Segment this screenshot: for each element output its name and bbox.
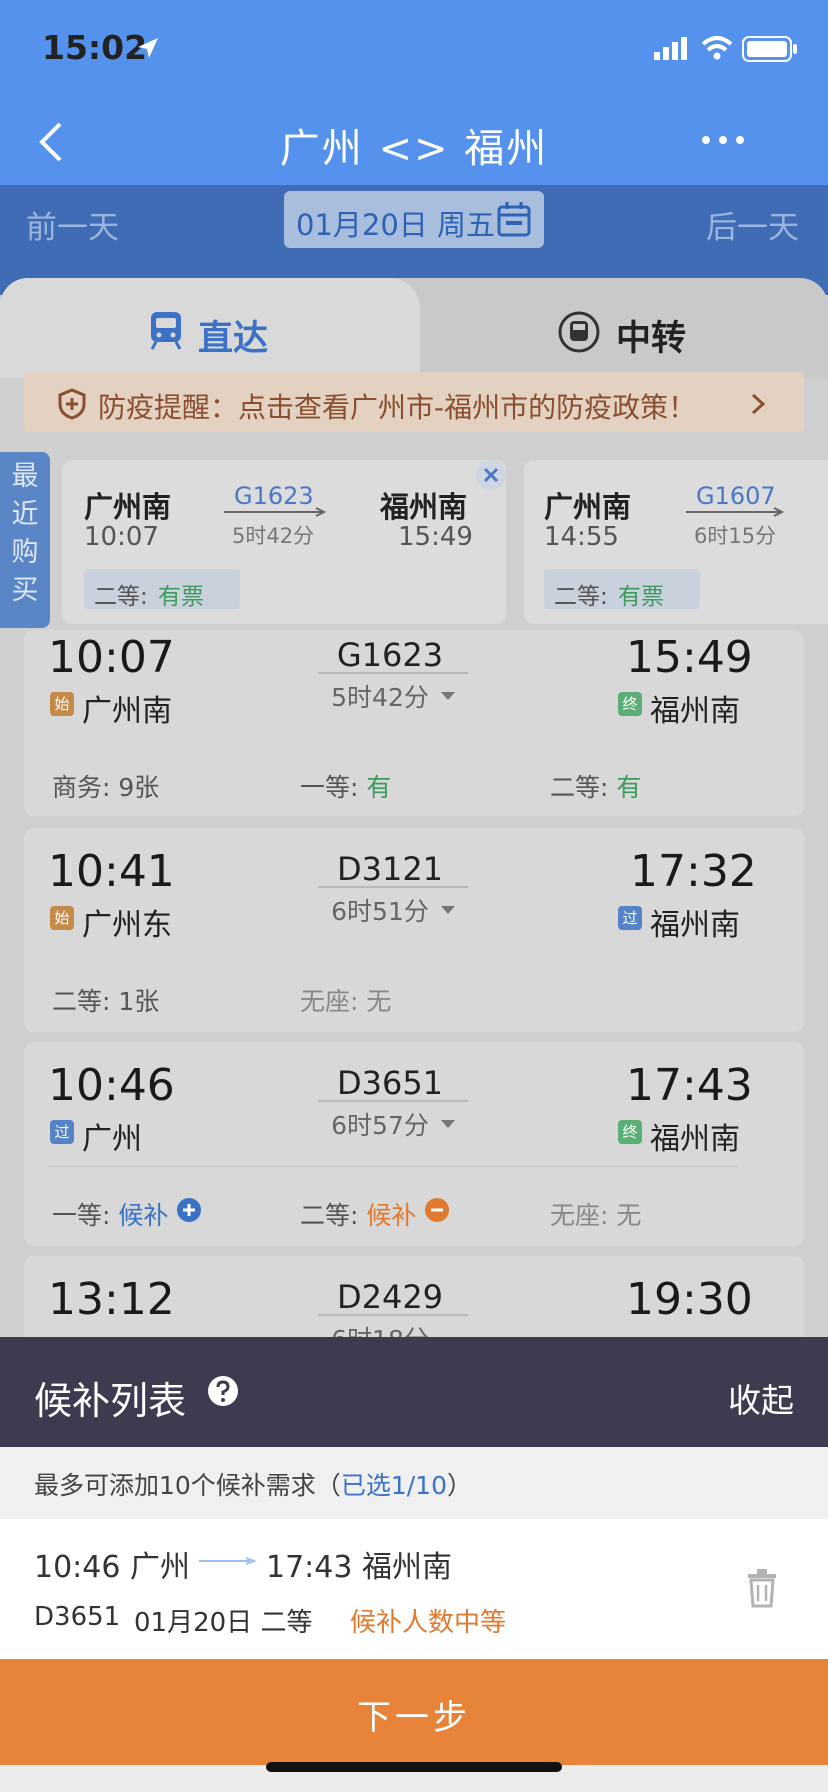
recent-label-char: 最	[11, 461, 39, 492]
departure-time: 10:07	[48, 632, 175, 683]
departure-station: 广州南	[82, 694, 172, 729]
arrow-icon	[686, 507, 785, 517]
departure-time: 10:41	[48, 846, 175, 897]
departure-station: 广州东	[82, 908, 172, 943]
add-waitlist-icon[interactable]	[176, 1197, 202, 1223]
recent-seat-label: 二等:	[94, 584, 148, 610]
calendar-icon	[497, 202, 531, 237]
signal-icon	[654, 37, 687, 60]
train-icon	[150, 312, 182, 350]
next-step-label: 下一步	[357, 1698, 471, 1738]
recent-to-station: 福州南	[380, 490, 468, 524]
transfer-train-icon	[558, 311, 600, 353]
arrival-time: 17:43	[626, 1060, 753, 1111]
start-badge: 始	[50, 692, 74, 716]
seat-info: 二等: 有	[550, 773, 642, 802]
recent-seat-avail: 有票	[618, 584, 664, 610]
waitlist-limit-text: 最多可添加10个候补需求（已选1/10）	[34, 1471, 472, 1500]
departure-time: 10:46	[48, 1060, 175, 1111]
recent-from-station: 广州南	[544, 490, 632, 524]
arrival-station: 福州南	[650, 1122, 740, 1157]
seat-info: 二等: 1张	[52, 987, 160, 1016]
more-icon[interactable]	[700, 132, 746, 148]
arrival-time: 17:32	[630, 846, 757, 897]
divider	[318, 886, 468, 888]
waitlist-status: 候补人数中等	[350, 1608, 507, 1638]
recent-duration: 5时42分	[232, 524, 315, 548]
waitlist-arr: 17:43 福州南	[266, 1550, 453, 1585]
status-time: 15:02	[42, 28, 148, 67]
arrival-station: 福州南	[650, 908, 740, 943]
tab-transfer[interactable]: 中转	[616, 310, 686, 361]
duration: 6时51分	[331, 897, 429, 926]
location-arrow-icon	[138, 38, 158, 58]
date-label: 01月20日 周五	[296, 208, 496, 242]
recent-label-char: 购	[11, 537, 39, 568]
arrival-time: 19:30	[626, 1274, 753, 1325]
seat-info: 商务: 9张	[52, 773, 160, 802]
recent-from-station: 广州南	[84, 490, 172, 524]
home-indicator	[266, 1762, 562, 1772]
duration: 6时57分	[331, 1111, 429, 1140]
seat-info: 一等: 有	[300, 773, 392, 802]
notice-text: 防疫提醒：点击查看广州市-福州市的防疫政策！	[98, 391, 697, 424]
dropdown-icon[interactable]	[440, 1118, 456, 1130]
seat-info: 无座: 无	[300, 987, 392, 1016]
divider	[318, 1314, 468, 1316]
waitlist-train: D3651	[34, 1602, 121, 1632]
arrow-icon	[199, 1557, 256, 1565]
start-badge: 始	[50, 906, 74, 930]
recent-to-time: 15:49	[398, 522, 473, 552]
train-code: G1623	[336, 636, 444, 674]
pass-badge: 过	[618, 906, 642, 930]
next-day-button[interactable]: 后一天	[706, 202, 799, 247]
pass-badge: 过	[50, 1120, 74, 1144]
divider	[48, 1166, 738, 1167]
arrival-time: 15:49	[626, 632, 753, 683]
recent-from-time: 10:07	[84, 522, 159, 552]
seat-info: 无座: 无	[550, 1201, 642, 1230]
departure-station: 广州	[82, 1122, 142, 1157]
divider	[318, 1100, 468, 1102]
train-code: D3121	[336, 850, 444, 888]
wifi-icon	[701, 36, 733, 60]
recent-purchases-tab[interactable]: 最 近 购 买	[0, 452, 50, 628]
waitlist-dep: 10:46 广州	[34, 1550, 191, 1585]
duration: 5时42分	[331, 683, 429, 712]
seat-info: 二等: 候补	[300, 1201, 417, 1230]
recent-from-time: 14:55	[544, 522, 619, 552]
recent-duration: 6时15分	[694, 524, 777, 548]
arrival-station: 福州南	[650, 694, 740, 729]
end-badge: 终	[618, 692, 642, 716]
arrow-icon	[224, 507, 327, 517]
recent-seat-avail: 有票	[158, 584, 204, 610]
trash-icon[interactable]	[746, 1568, 778, 1608]
seat-info: 一等: 候补	[52, 1201, 169, 1230]
train-code: D3651	[336, 1064, 444, 1102]
recent-label-char: 买	[11, 575, 39, 606]
divider	[318, 672, 468, 674]
tab-direct-label: 直达	[198, 319, 269, 359]
close-icon[interactable]	[474, 458, 508, 492]
collapse-button[interactable]: 收起	[728, 1374, 794, 1422]
departure-time: 13:12	[48, 1274, 175, 1325]
chevron-right-icon	[751, 393, 766, 415]
remove-waitlist-icon[interactable]	[424, 1197, 450, 1223]
train-code: D2429	[336, 1278, 444, 1316]
shield-icon	[58, 388, 86, 420]
end-badge: 终	[618, 1120, 642, 1144]
recent-seat-label: 二等:	[554, 584, 608, 610]
dropdown-icon[interactable]	[440, 690, 456, 702]
battery-icon	[742, 36, 797, 62]
help-icon[interactable]	[206, 1374, 240, 1408]
prev-day-button[interactable]: 前一天	[26, 202, 119, 247]
recent-label-char: 近	[11, 499, 39, 530]
waitlist-date-seat: 01月20日 二等	[134, 1608, 313, 1638]
sheet-title: 候补列表	[34, 1379, 187, 1423]
selected-count: 已选1/10	[340, 1471, 447, 1500]
dropdown-icon[interactable]	[440, 904, 456, 916]
